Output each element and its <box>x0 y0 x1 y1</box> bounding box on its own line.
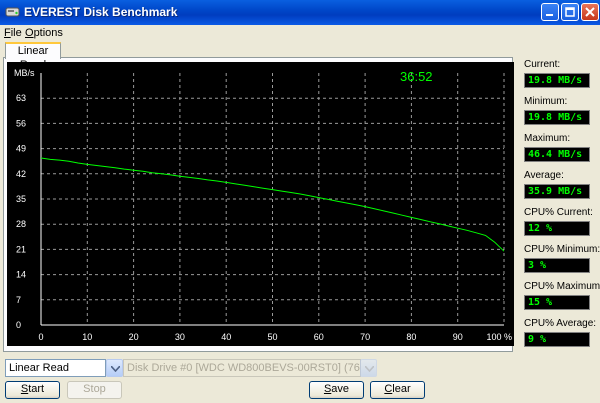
x-tick-label: 30 <box>175 332 185 342</box>
menu-bar: File Options <box>0 25 600 41</box>
minimize-button[interactable] <box>541 3 559 21</box>
minimize-icon <box>546 14 553 16</box>
x-tick-label: 40 <box>221 332 231 342</box>
tab-linear-read[interactable]: Linear Read <box>5 42 61 71</box>
y-tick-label: 21 <box>16 244 26 254</box>
y-tick-label: 14 <box>16 270 26 280</box>
chevron-down-icon <box>365 366 374 372</box>
test-type-dropdown-button[interactable] <box>106 359 123 377</box>
window-title: EVEREST Disk Benchmark <box>24 5 178 19</box>
menu-file-accel: F <box>4 27 11 39</box>
chevron-down-icon <box>111 366 120 372</box>
y-tick-label: 35 <box>16 194 26 204</box>
drive-dropdown-button[interactable] <box>360 359 377 377</box>
y-tick-label: 56 <box>16 118 26 128</box>
start-label: tart <box>28 383 45 395</box>
menu-options-label: ptions <box>33 27 63 39</box>
x-tick-label: 10 <box>82 332 92 342</box>
x-tick-label: 100 % <box>486 332 512 342</box>
title-bar: EVEREST Disk Benchmark <box>0 0 600 25</box>
y-tick-label: 28 <box>16 219 26 229</box>
chart-tick-labels: 0 7 14 21 28 35 42 49 56 63 0 10 20 30 40 50 60 70 80 90 100… <box>16 93 512 342</box>
menu-file[interactable]: File <box>4 25 22 41</box>
y-tick-label: 49 <box>16 144 26 154</box>
save-label: ave <box>331 383 350 395</box>
stat-value-cpupct-maximum: 15 % <box>524 295 590 310</box>
start-button[interactable]: Start <box>5 381 60 399</box>
x-tick-label: 60 <box>314 332 324 342</box>
y-tick-label: 63 <box>16 93 26 103</box>
stat-value-average: 35.9 MB/s <box>524 184 590 199</box>
menu-options-accel: O <box>25 27 34 39</box>
stat-label-minimum: Minimum: <box>524 96 568 107</box>
close-button[interactable] <box>581 3 599 21</box>
x-tick-label: 0 <box>38 332 43 342</box>
test-type-select[interactable]: Linear Read <box>5 359 106 377</box>
menu-file-label: ile <box>10 27 22 39</box>
stat-label-cpupct-average: CPU% Average: <box>524 318 597 329</box>
stat-label-current: Current: <box>524 59 561 70</box>
close-icon <box>585 7 595 17</box>
y-tick-label: 0 <box>16 320 21 330</box>
clear-label: lear <box>392 383 411 395</box>
stat-value-current: 19.8 MB/s <box>524 73 590 88</box>
stat-label-cpupct-minimum: CPU% Minimum: <box>524 244 600 255</box>
save-button[interactable]: Save <box>309 381 364 399</box>
stat-label-maximum: Maximum: <box>524 133 571 144</box>
y-tick-label: 42 <box>16 169 26 179</box>
y-tick-label: 7 <box>16 295 21 305</box>
elapsed-timer: 36:52 <box>400 69 433 84</box>
stat-value-maximum: 46.4 MB/s <box>524 147 590 162</box>
maximize-icon <box>565 7 575 17</box>
x-tick-label: 50 <box>267 332 277 342</box>
x-tick-label: 80 <box>406 332 416 342</box>
x-tick-label: 90 <box>453 332 463 342</box>
benchmark-chart: 0 7 14 21 28 35 42 49 56 63 0 10 20 30 40 50 60 70 80 90 100… <box>7 62 514 346</box>
stat-label-average: Average: <box>524 170 564 181</box>
stat-value-cpupct-current: 12 % <box>524 221 590 236</box>
stat-value-minimum: 19.8 MB/s <box>524 110 590 125</box>
disk-app-icon <box>5 7 20 17</box>
stat-value-cpupct-minimum: 3 % <box>524 258 590 273</box>
chart-grid <box>40 73 505 326</box>
chart-svg: 0 7 14 21 28 35 42 49 56 63 0 10 20 30 40 50 60 70 80 90 100… <box>14 68 512 342</box>
x-tick-label: 20 <box>129 332 139 342</box>
stat-label-cpupct-current: CPU% Current: <box>524 207 593 218</box>
x-tick-label: 70 <box>360 332 370 342</box>
maximize-button[interactable] <box>561 3 579 21</box>
stat-value-cpupct-average: 9 % <box>524 332 590 347</box>
stop-button[interactable]: Stop <box>67 381 122 399</box>
stat-label-cpupct-maximum: CPU% Maximum: <box>524 281 600 292</box>
clear-button[interactable]: Clear <box>370 381 425 399</box>
menu-options[interactable]: Options <box>25 25 63 41</box>
drive-select[interactable]: Disk Drive #0 [WDC WD800BEVS-00RST0] (76… <box>123 359 361 377</box>
